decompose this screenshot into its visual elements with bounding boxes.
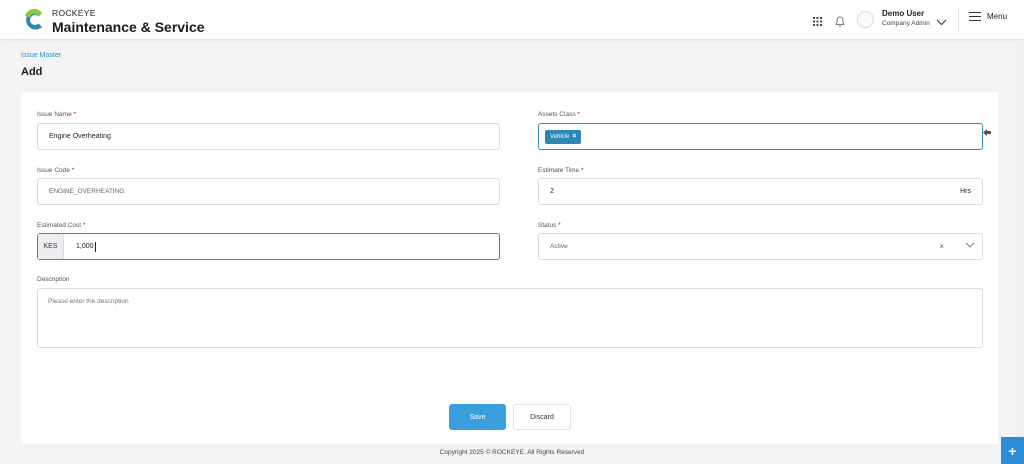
- assets-class-label: Assets Class *: [538, 111, 580, 118]
- footer-copyright: Copyright 2025 © ROCKEYE. All Rights Res…: [439, 449, 585, 456]
- estimate-time-label: Estimate Time *: [538, 167, 584, 174]
- issue-name-input[interactable]: Engine Overheating: [37, 123, 500, 150]
- issue-code-input[interactable]: ENGINE_OVERHEATING: [37, 178, 500, 205]
- user-role: Company Admin: [882, 20, 930, 27]
- currency-prefix: KES: [38, 234, 64, 259]
- assets-class-multiselect[interactable]: Vehicle ×: [538, 123, 983, 150]
- estimated-cost-input[interactable]: KES 1,000: [37, 233, 500, 260]
- issue-name-label: Issue Name *: [37, 111, 77, 118]
- arrow-left-icon: [983, 123, 991, 141]
- text-cursor: [94, 241, 96, 252]
- estimated-cost-value: 1,000: [76, 243, 94, 250]
- status-clear-icon[interactable]: ×: [939, 242, 944, 251]
- status-chevron-down-icon[interactable]: [965, 242, 975, 250]
- user-avatar[interactable]: ··: [857, 11, 874, 28]
- user-name: Demo User: [882, 9, 925, 18]
- header-divider: [958, 9, 959, 31]
- scrollbar-track[interactable]: [1016, 40, 1024, 437]
- brand-company: ROCKEYE: [52, 8, 96, 18]
- discard-button[interactable]: Discard: [513, 404, 571, 430]
- estimated-cost-label: Estimated Cost *: [37, 222, 86, 229]
- menu-label: Menu: [987, 12, 1008, 21]
- status-label: Status *: [538, 222, 561, 229]
- estimate-time-value: 2: [550, 188, 554, 195]
- issue-name-value: Engine Overheating: [49, 133, 111, 140]
- notification-bell-icon[interactable]: [828, 9, 852, 33]
- rockeye-logo-icon: [25, 8, 42, 30]
- description-placeholder: Please enter the description: [48, 298, 129, 305]
- menu-button[interactable]: Menu: [969, 12, 1007, 21]
- apps-grid-icon[interactable]: [805, 9, 829, 33]
- save-button[interactable]: Save: [449, 404, 506, 430]
- hamburger-menu-icon: [969, 12, 981, 21]
- issue-code-label: Issue Code *: [37, 167, 75, 174]
- estimate-time-input[interactable]: 2 Hrs: [538, 178, 983, 205]
- page-title: Add: [21, 66, 43, 78]
- breadcrumb-issue-master[interactable]: Issue Master: [21, 52, 61, 59]
- floating-add-button[interactable]: +: [1001, 437, 1024, 464]
- status-value: Active: [550, 243, 568, 250]
- description-label: Description: [37, 276, 70, 283]
- description-textarea[interactable]: Please enter the description: [37, 288, 983, 348]
- status-select[interactable]: Active ×: [538, 233, 983, 260]
- asset-chip-label: Vehicle: [550, 133, 570, 140]
- asset-chip-vehicle[interactable]: Vehicle ×: [545, 129, 582, 144]
- user-info[interactable]: Demo User Company Admin: [882, 10, 930, 28]
- top-header: ROCKEYE Maintenance & Service ·· Demo Us…: [0, 0, 1024, 40]
- issue-code-value: ENGINE_OVERHEATING: [49, 188, 125, 195]
- estimate-time-unit: Hrs: [960, 188, 971, 195]
- user-menu-chevron-down-icon[interactable]: [936, 13, 947, 31]
- chip-remove-icon[interactable]: ×: [572, 133, 576, 140]
- brand-app-name: Maintenance & Service: [52, 18, 205, 35]
- brand: ROCKEYE Maintenance & Service: [52, 9, 205, 34]
